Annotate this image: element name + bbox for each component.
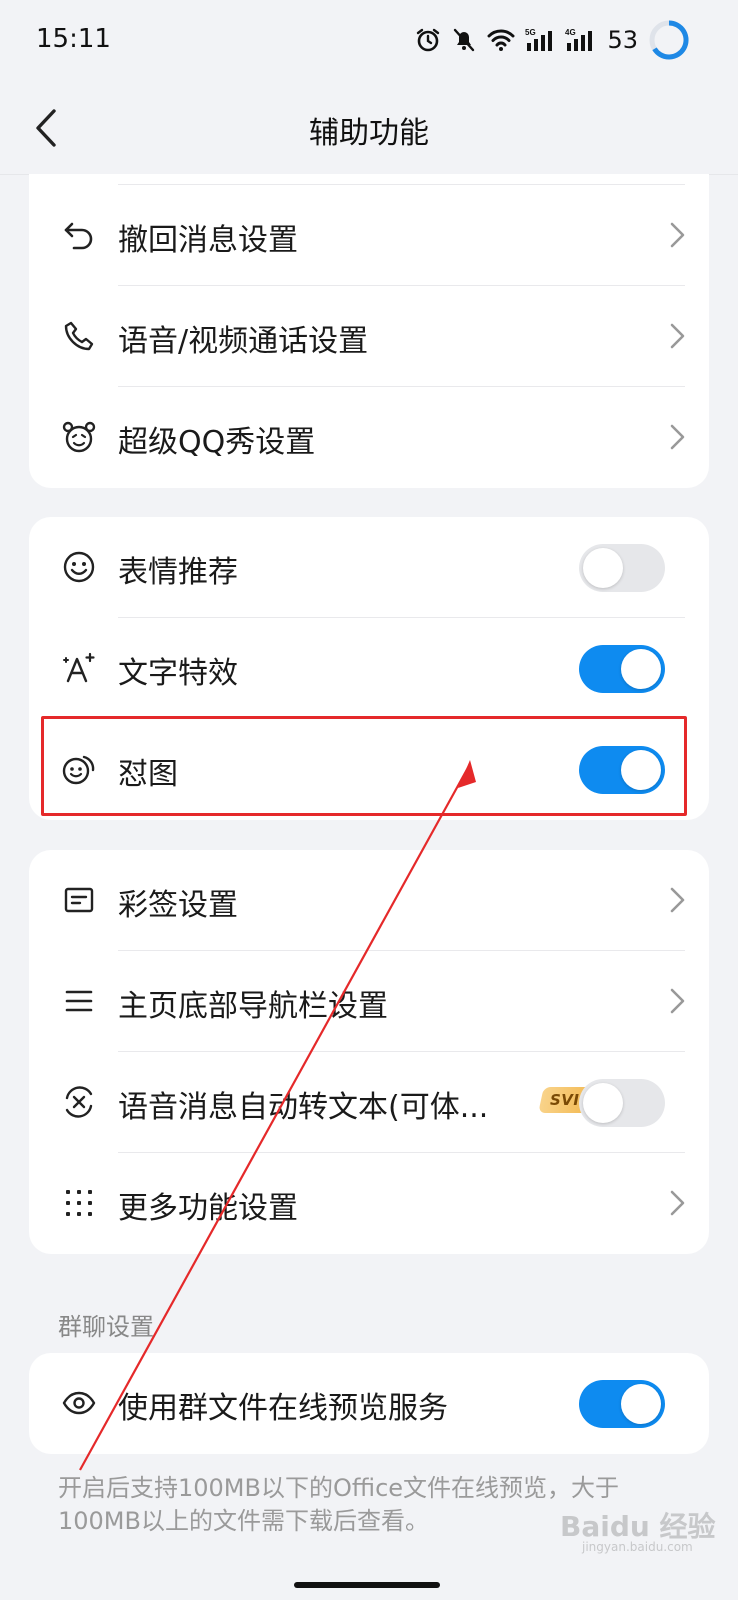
row-label: 主页底部导航栏设置 [118, 989, 388, 1024]
menu-lines-icon [55, 977, 103, 1025]
row-text-effects: 文字特效 [29, 618, 709, 719]
alarm-icon [417, 28, 440, 52]
row-label: 超级QQ秀设置 [118, 425, 316, 460]
toggle-knob [621, 1384, 661, 1424]
row-label: 文字特效 [118, 656, 238, 691]
status-icons: 5G 4G 53 [415, 20, 690, 60]
signal-4g-icon: 4G [565, 28, 593, 51]
phone-icon [55, 312, 103, 360]
battery-ring-icon [649, 20, 689, 60]
wifi-icon [487, 29, 515, 51]
svg-text:5G: 5G [525, 28, 536, 37]
toggle-knob [621, 649, 661, 689]
bear-face-icon [55, 413, 103, 461]
row-more-feature-settings[interactable]: 更多功能设置 [29, 1153, 709, 1254]
chevron-right-icon [670, 1190, 685, 1216]
status-time: 15:11 [36, 24, 111, 54]
smiley-icon [55, 543, 103, 591]
annotation-highlight-box [41, 716, 687, 816]
row-label: 彩签设置 [118, 888, 238, 923]
tag-card-icon [55, 876, 103, 924]
row-label: 语音消息自动转文本(可体... [118, 1090, 489, 1125]
emoji-recommend-toggle[interactable] [579, 544, 665, 592]
mute-bell-icon [454, 28, 475, 52]
watermark-logo: Baidu 经验 [560, 1510, 716, 1543]
chevron-right-icon [670, 323, 685, 349]
row-recall-settings[interactable]: 撤回消息设置 [29, 185, 709, 286]
row-label: 语音/视频通话设置 [118, 324, 369, 359]
chevron-right-icon [670, 887, 685, 913]
row-call-settings[interactable]: 语音/视频通话设置 [29, 286, 709, 387]
row-superqq-settings[interactable]: 超级QQ秀设置 [29, 387, 709, 488]
chevron-right-icon [670, 222, 685, 248]
text-effects-toggle[interactable] [579, 645, 665, 693]
page-title: 辅助功能 [309, 116, 429, 151]
toggle-knob [583, 548, 623, 588]
group-file-preview-toggle[interactable] [579, 1380, 665, 1428]
row-emoji-recommend: 表情推荐 [29, 517, 709, 618]
signal-5g-icon: 5G [525, 28, 553, 51]
row-group-file-preview: 使用群文件在线预览服务 [29, 1353, 709, 1454]
watermark-url: jingyan.baidu.com [582, 1540, 693, 1554]
row-color-tag-settings[interactable]: 彩签设置 [29, 850, 709, 951]
row-bottom-nav-settings[interactable]: 主页底部导航栏设置 [29, 951, 709, 1052]
grid-dots-icon [55, 1179, 103, 1227]
settings-card-more: 彩签设置 主页底部导航栏设置 语音消息自动转文本(可体... SVIP 更多功能… [29, 850, 709, 1254]
battery-level: 53 [607, 26, 638, 54]
voice-to-text-toggle[interactable] [579, 1079, 665, 1127]
toggle-knob [583, 1083, 623, 1123]
row-voice-to-text: 语音消息自动转文本(可体... SVIP [29, 1052, 709, 1153]
chevron-right-icon [670, 988, 685, 1014]
settings-card-messages: 撤回消息设置 语音/视频通话设置 超级QQ秀设置 [29, 174, 709, 488]
voice-convert-icon [55, 1078, 103, 1126]
settings-card-group: 使用群文件在线预览服务 [29, 1353, 709, 1454]
row-label: 更多功能设置 [118, 1191, 298, 1226]
eye-icon [55, 1379, 103, 1427]
row-label: 撤回消息设置 [118, 223, 298, 258]
section-header-group-chat: 群聊设置 [58, 1313, 154, 1341]
text-sparkle-icon [55, 644, 103, 692]
home-indicator[interactable] [294, 1582, 440, 1588]
row-label: 使用群文件在线预览服务 [118, 1391, 448, 1426]
chevron-right-icon [670, 424, 685, 450]
row-label: 表情推荐 [118, 555, 238, 590]
svg-text:4G: 4G [565, 28, 576, 37]
undo-icon [55, 211, 103, 259]
